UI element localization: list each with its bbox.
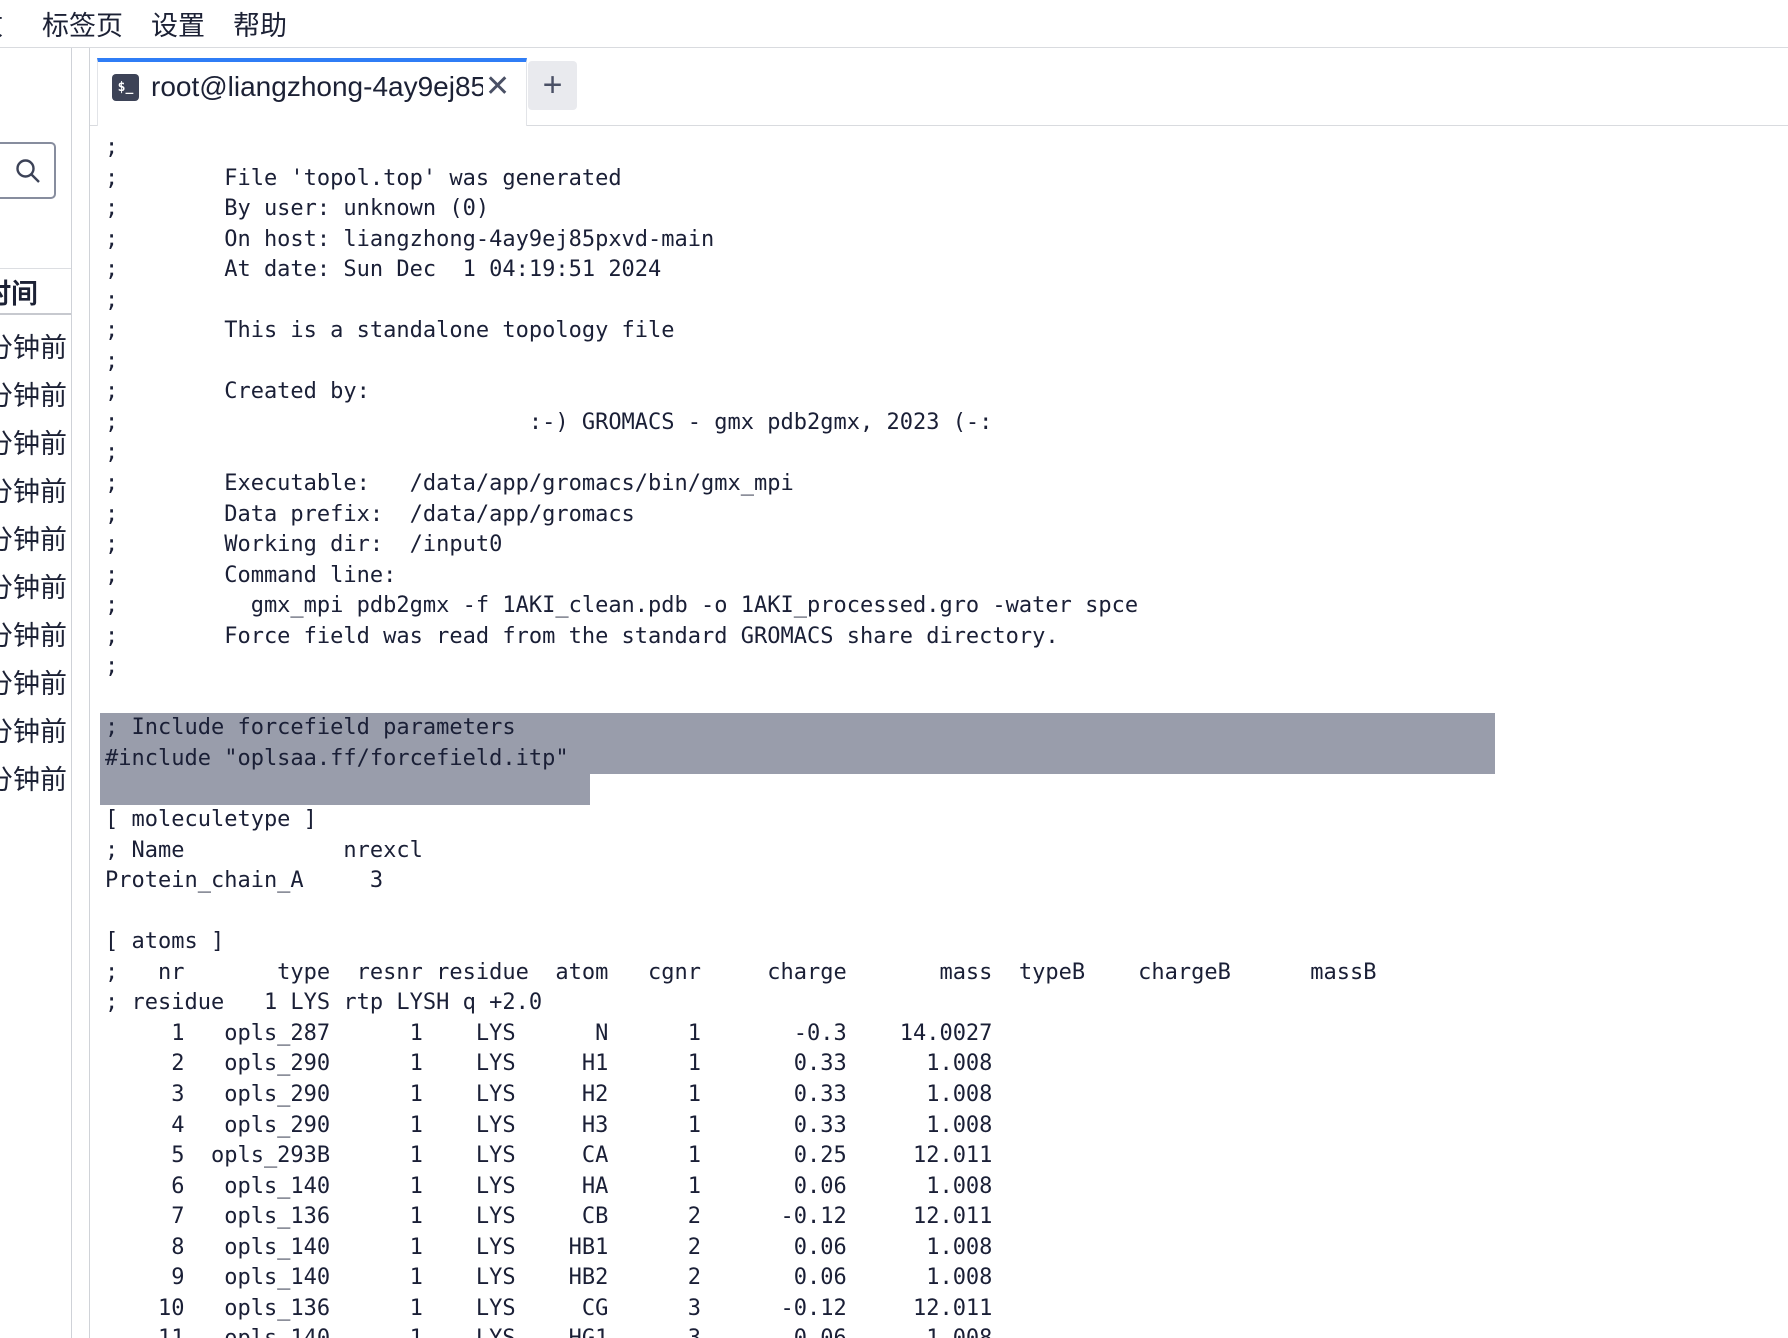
terminal-line: ; Command line:: [100, 561, 1788, 592]
new-tab-button[interactable]: +: [528, 61, 577, 110]
list-item-minutes-ago[interactable]: 分钟前: [0, 561, 72, 609]
terminal-line: ;: [100, 347, 1788, 378]
terminal-line: 9 opls_140 1 LYS HB2 2 0.06 1.008: [100, 1263, 1788, 1294]
list-item-minutes-ago[interactable]: 分钟前: [0, 609, 72, 657]
terminal-line: 10 opls_136 1 LYS CG 3 -0.12 12.011: [100, 1294, 1788, 1325]
terminal-line: ; Data prefix: /data/app/gromacs: [100, 500, 1788, 531]
terminal-line: [100, 897, 1788, 928]
terminal-line: ; Executable: /data/app/gromacs/bin/gmx_…: [100, 469, 1788, 500]
terminal-line: 7 opls_136 1 LYS CB 2 -0.12 12.011: [100, 1202, 1788, 1233]
terminal-panel: $_ root@liangzhong-4ay9ej85 ✕ + ; ; File…: [89, 48, 1788, 1338]
sidebar-gutter: [72, 48, 89, 1338]
terminal-line: 4 opls_290 1 LYS H3 1 0.33 1.008: [100, 1111, 1788, 1142]
menu-bar: 改 标签页 设置 帮助: [0, 0, 1788, 48]
terminal-line: ; Working dir: /input0: [100, 530, 1788, 561]
search-input[interactable]: [0, 142, 56, 199]
terminal-line: 8 opls_140 1 LYS HB1 2 0.06 1.008: [100, 1233, 1788, 1264]
terminal-line: ; File 'topol.top' was generated: [100, 164, 1788, 195]
sidebar: 修改时间 分钟前 分钟前 分钟前 分钟前 分钟前 分钟前 分钟前 分钟前 分钟前: [0, 48, 72, 1338]
menu-item-settings[interactable]: 设置: [151, 4, 205, 43]
terminal-line: 5 opls_293B 1 LYS CA 1 0.25 12.011: [100, 1141, 1788, 1172]
terminal-line: ; Created by:: [100, 377, 1788, 408]
list-item-minutes-ago[interactable]: 分钟前: [0, 321, 72, 369]
list-item-minutes-ago[interactable]: 分钟前: [0, 513, 72, 561]
terminal-line: 6 opls_140 1 LYS HA 1 0.06 1.008: [100, 1172, 1788, 1203]
list-item-minutes-ago[interactable]: 分钟前: [0, 657, 72, 705]
terminal-line: #include "oplsaa.ff/forcefield.itp": [100, 744, 1495, 775]
terminal-line: ;: [100, 286, 1788, 317]
terminal-line: [ atoms ]: [100, 927, 1788, 958]
terminal-line: ; nr type resnr residue atom cgnr charge…: [100, 958, 1788, 989]
terminal-line: ;: [100, 652, 1788, 683]
list-item-minutes-ago[interactable]: 分钟前: [0, 753, 72, 801]
tab-active-ssh-session[interactable]: $_ root@liangzhong-4ay9ej85 ✕: [97, 58, 527, 126]
close-icon[interactable]: ✕: [485, 72, 510, 102]
terminal-line: ; On host: liangzhong-4ay9ej85pxvd-main: [100, 225, 1788, 256]
list-item-minutes-ago[interactable]: 分钟前: [0, 417, 72, 465]
terminal-line: ; Force field was read from the standard…: [100, 622, 1788, 653]
terminal-line: ; gmx_mpi pdb2gmx -f 1AKI_clean.pdb -o 1…: [100, 591, 1788, 622]
terminal-icon: $_: [112, 74, 139, 101]
menu-item-tabs[interactable]: 标签页: [42, 4, 123, 43]
terminal-line: ; By user: unknown (0): [100, 194, 1788, 225]
tab-title: root@liangzhong-4ay9ej85: [151, 71, 483, 103]
terminal-line: ; This is a standalone topology file: [100, 316, 1788, 347]
terminal-line: [100, 774, 590, 805]
menu-item-help[interactable]: 帮助: [233, 4, 287, 43]
terminal-line: ; :-) GROMACS - gmx pdb2gmx, 2023 (-:: [100, 408, 1788, 439]
sidebar-time-list: 分钟前 分钟前 分钟前 分钟前 分钟前 分钟前 分钟前 分钟前 分钟前 分钟前: [0, 321, 72, 801]
terminal-line: [ moleculetype ]: [100, 805, 1788, 836]
terminal-output[interactable]: ; ; File 'topol.top' was generated ; By …: [90, 126, 1788, 1338]
list-item-minutes-ago[interactable]: 分钟前: [0, 705, 72, 753]
tab-bar: $_ root@liangzhong-4ay9ej85 ✕ +: [90, 48, 1788, 126]
sidebar-divider-header: [0, 313, 71, 315]
menu-item-clipped[interactable]: 改: [0, 4, 14, 43]
main-area: 修改时间 分钟前 分钟前 分钟前 分钟前 分钟前 分钟前 分钟前 分钟前 分钟前: [0, 48, 1788, 1338]
terminal-line: Protein_chain_A 3: [100, 866, 1788, 897]
list-item-minutes-ago[interactable]: 分钟前: [0, 369, 72, 417]
terminal-line: 3 opls_290 1 LYS H2 1 0.33 1.008: [100, 1080, 1788, 1111]
terminal-line: ; At date: Sun Dec 1 04:19:51 2024: [100, 255, 1788, 286]
terminal-line: ; residue 1 LYS rtp LYSH q +2.0: [100, 988, 1788, 1019]
sidebar-column-header-modified-time[interactable]: 修改时间: [0, 269, 72, 313]
terminal-line: ;: [100, 438, 1788, 469]
terminal-line: ; Name nrexcl: [100, 836, 1788, 867]
list-item-minutes-ago[interactable]: 分钟前: [0, 465, 72, 513]
terminal-line: ; Include forcefield parameters: [100, 713, 1495, 744]
terminal-line: 2 opls_290 1 LYS H1 1 0.33 1.008: [100, 1049, 1788, 1080]
terminal-line: 11 opls_140 1 LYS HG1 3 0.06 1.008: [100, 1324, 1788, 1338]
terminal-line: 1 opls_287 1 LYS N 1 -0.3 14.0027: [100, 1019, 1788, 1050]
terminal-line: ;: [100, 133, 1788, 164]
search-icon: [14, 157, 42, 185]
terminal-line: [100, 683, 1788, 714]
